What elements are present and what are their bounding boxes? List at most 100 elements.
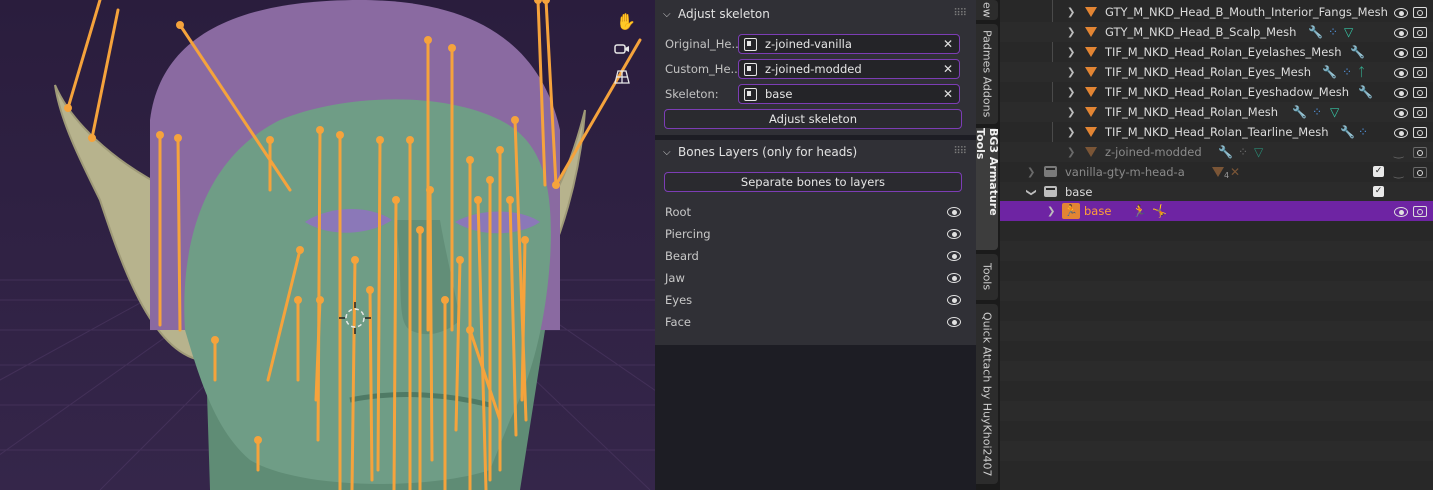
- skeleton-field[interactable]: base ✕: [738, 84, 960, 104]
- eye-icon[interactable]: [947, 317, 961, 327]
- chevron-right-icon[interactable]: ❯: [1067, 7, 1075, 18]
- eye-icon[interactable]: [947, 273, 961, 283]
- outliner-row-mesh[interactable]: ❯ TIF_M_NKD_Head_Rolan_Eyes_Mesh 🔧 ⁘ ᛏ: [1000, 62, 1433, 82]
- eye-icon[interactable]: [1394, 108, 1408, 118]
- clear-icon[interactable]: ✕: [943, 62, 953, 76]
- chevron-right-icon[interactable]: ❯: [1067, 47, 1075, 58]
- tab-bg3-armature-tools[interactable]: BG3 Armature Tools: [974, 128, 1000, 250]
- clear-icon[interactable]: ✕: [943, 37, 953, 51]
- wrench-icon[interactable]: 🔧: [1350, 45, 1365, 59]
- camera-icon[interactable]: [614, 42, 638, 64]
- eye-icon[interactable]: [947, 207, 961, 217]
- data-icon[interactable]: ᛏ: [1358, 65, 1365, 79]
- chevron-right-icon[interactable]: ❯: [1067, 27, 1075, 38]
- grid-icon[interactable]: [614, 70, 638, 92]
- outliner-row-mesh[interactable]: ❯ GTY_M_NKD_Head_B_Scalp_Mesh 🔧 ⁘ ▽: [1000, 22, 1433, 42]
- outliner-row-collection[interactable]: ❯ vanilla-gty-m-head-a 4 ✕ ✓ ‿: [1000, 162, 1433, 182]
- bone-joint: [448, 44, 456, 52]
- outliner-row-mesh-disabled[interactable]: ❯ z-joined-modded 🔧 ⁘ ▽ ‿: [1000, 142, 1433, 162]
- eye-icon[interactable]: [1394, 48, 1408, 58]
- chevron-right-icon[interactable]: ❯: [1067, 87, 1075, 98]
- tab-quick-attach[interactable]: Quick Attach by HuyKhoi2407: [976, 304, 998, 484]
- chevron-right-icon[interactable]: ❯: [1027, 167, 1035, 178]
- wrench-icon[interactable]: 🔧: [1308, 25, 1323, 39]
- collection-name: vanilla-gty-m-head-a: [1065, 165, 1185, 179]
- eye-icon[interactable]: [947, 295, 961, 305]
- eye-icon[interactable]: [1394, 28, 1408, 38]
- wrench-icon[interactable]: 🔧: [1218, 145, 1233, 159]
- bone-joint: [316, 296, 324, 304]
- drag-grip-icon[interactable]: ⠿⠿: [953, 146, 967, 157]
- vertex-group-icon[interactable]: ⁘: [1328, 25, 1338, 39]
- wrench-icon[interactable]: 🔧: [1340, 125, 1355, 139]
- eye-icon[interactable]: [1394, 8, 1408, 18]
- outliner-row-mesh[interactable]: ❯ TIF_M_NKD_Head_Rolan_Eyelashes_Mesh 🔧: [1000, 42, 1433, 62]
- chevron-right-icon[interactable]: ❯: [1067, 127, 1075, 138]
- vertex-group-icon[interactable]: ⁘: [1358, 125, 1368, 139]
- render-camera-icon[interactable]: [1413, 206, 1427, 217]
- mesh-icon: [1085, 67, 1097, 77]
- eye-icon[interactable]: [1394, 68, 1408, 78]
- wrench-icon[interactable]: 🔧: [1358, 85, 1373, 99]
- chevron-right-icon[interactable]: ❯: [1047, 206, 1055, 217]
- tab-padmes-addons[interactable]: Padmes Addons: [976, 24, 998, 124]
- vertex-group-icon[interactable]: ⁘: [1238, 145, 1248, 159]
- outliner-row-mesh[interactable]: ❯ TIF_M_NKD_Head_Rolan_Tearline_Mesh 🔧 ⁘: [1000, 122, 1433, 142]
- layer-row-root: Root: [665, 202, 961, 222]
- render-camera-icon[interactable]: [1413, 27, 1427, 38]
- render-camera-icon[interactable]: [1413, 67, 1427, 78]
- drag-grip-icon[interactable]: ⠿⠿: [953, 8, 967, 19]
- render-camera-icon[interactable]: [1413, 167, 1427, 178]
- pose-icon[interactable]: 🏃: [1132, 204, 1147, 218]
- chevron-right-icon[interactable]: ❯: [1067, 107, 1075, 118]
- data-icon[interactable]: ▽: [1254, 145, 1263, 159]
- outliner-row-mesh[interactable]: ❯ TIF_M_NKD_Head_Rolan_Mesh 🔧 ⁘ ▽: [1000, 102, 1433, 122]
- vertex-group-icon[interactable]: ⁘: [1342, 65, 1352, 79]
- outliner-row-armature-selected[interactable]: ❯ 🏃 base 🏃 🤸: [1000, 201, 1433, 221]
- bone-joint: [474, 196, 482, 204]
- eye-icon[interactable]: [1394, 88, 1408, 98]
- chevron-right-icon[interactable]: ❯: [1067, 147, 1075, 158]
- wrench-icon[interactable]: 🔧: [1322, 65, 1337, 79]
- original-head-field[interactable]: z-joined-vanilla ✕: [738, 34, 960, 54]
- 3d-viewport[interactable]: ✋: [0, 0, 655, 490]
- bone: [376, 138, 382, 472]
- render-camera-icon[interactable]: [1413, 87, 1427, 98]
- eye-icon[interactable]: [1394, 128, 1408, 138]
- adjust-skeleton-button[interactable]: Adjust skeleton: [664, 109, 962, 129]
- bone-joint: [441, 296, 449, 304]
- data-icon[interactable]: ▽: [1344, 25, 1353, 39]
- outliner-row-mesh[interactable]: ❯ TIF_M_NKD_Head_Rolan_Eyeshadow_Mesh 🔧: [1000, 82, 1433, 102]
- render-camera-icon[interactable]: [1413, 127, 1427, 138]
- tab-tools[interactable]: Tools: [976, 254, 998, 300]
- outliner-row-collection[interactable]: ❯ base ✓: [1000, 182, 1433, 202]
- chevron-down-icon[interactable]: ❯: [1026, 188, 1037, 196]
- render-camera-icon[interactable]: [1413, 7, 1427, 18]
- chevron-right-icon[interactable]: ❯: [1067, 67, 1075, 78]
- wrench-icon[interactable]: 🔧: [1292, 105, 1307, 119]
- render-camera-icon[interactable]: [1413, 147, 1427, 158]
- bone-joint: [351, 256, 359, 264]
- separate-bones-button[interactable]: Separate bones to layers: [664, 172, 962, 192]
- outliner-row-mesh[interactable]: ❯ GTY_M_NKD_Head_B_Mouth_Interior_Fangs_…: [1000, 2, 1433, 22]
- eye-icon[interactable]: [947, 251, 961, 261]
- render-camera-icon[interactable]: [1413, 47, 1427, 58]
- adjust-skeleton-header[interactable]: ⌵ Adjust skeleton: [663, 4, 770, 24]
- tab-view[interactable]: ew: [976, 0, 998, 20]
- exclude-checkbox[interactable]: ✓: [1373, 166, 1384, 177]
- eye-icon[interactable]: [1394, 207, 1408, 217]
- eye-closed-icon[interactable]: ‿: [1394, 165, 1403, 179]
- eye-icon[interactable]: [947, 229, 961, 239]
- custom-head-field[interactable]: z-joined-modded ✕: [738, 59, 960, 79]
- eye-closed-icon[interactable]: ‿: [1394, 145, 1403, 159]
- render-camera-icon[interactable]: [1413, 107, 1427, 118]
- bones-layers-header[interactable]: ⌵ Bones Layers (only for heads): [663, 142, 857, 162]
- vertex-group-icon[interactable]: ⁘: [1312, 105, 1322, 119]
- armature-data-icon[interactable]: 🤸: [1152, 204, 1167, 218]
- bone: [392, 198, 398, 490]
- data-icon[interactable]: ▽: [1330, 105, 1339, 119]
- exclude-checkbox[interactable]: ✓: [1373, 186, 1384, 197]
- outliner-empty-row: [1000, 461, 1433, 481]
- hand-icon[interactable]: ✋: [614, 10, 638, 32]
- clear-icon[interactable]: ✕: [943, 87, 953, 101]
